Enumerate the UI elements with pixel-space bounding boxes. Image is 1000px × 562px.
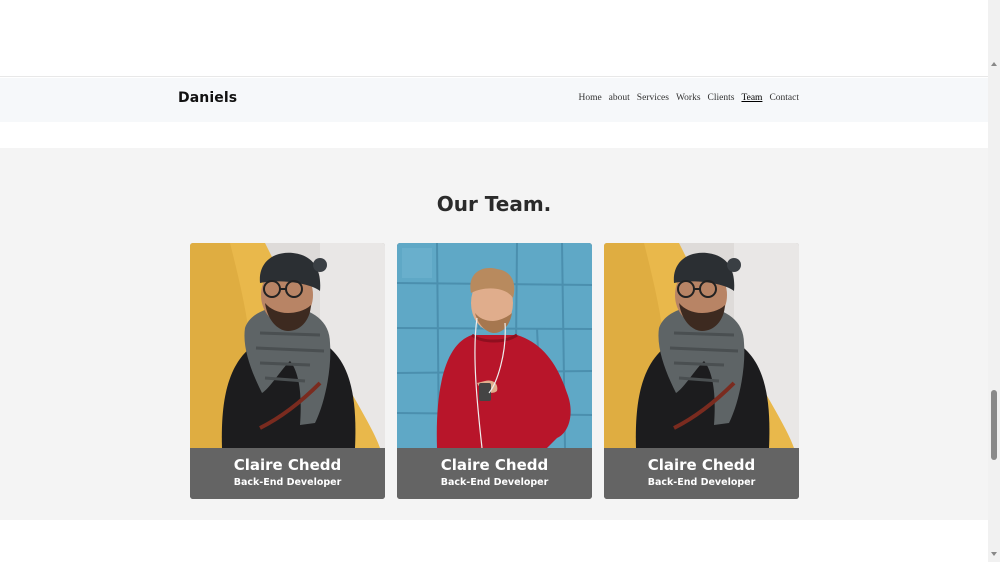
nav-item-clients[interactable]: Clients [708,93,735,103]
member-photo [604,243,799,448]
scrollbar-thumb[interactable] [991,390,997,460]
member-role: Back-End Developer [233,477,342,488]
brand-logo[interactable]: Daniels [178,90,237,106]
navbar: Daniels Home about Services Works Client… [0,78,988,122]
member-caption: Claire Chedd Back-End Developer [604,448,799,499]
vertical-scrollbar[interactable] [988,0,1000,562]
team-card[interactable]: Claire Chedd Back-End Developer [604,243,799,499]
section-title: Our Team. [436,192,552,216]
nav-item-home[interactable]: Home [578,93,601,103]
nav-item-team[interactable]: Team [741,93,762,103]
member-name: Claire Chedd [647,456,756,474]
spacer [0,122,988,148]
member-role: Back-End Developer [647,477,756,488]
nav-item-about[interactable]: about [609,93,630,103]
nav-item-contact[interactable]: Contact [769,93,799,103]
nav-menu: Home about Services Works Clients Team C… [578,93,799,103]
member-caption: Claire Chedd Back-End Developer [190,448,385,499]
team-card[interactable]: Claire Chedd Back-End Developer [397,243,592,499]
member-name: Claire Chedd [233,456,342,474]
bottom-blank-area [0,520,988,562]
scroll-up-arrow-icon[interactable] [991,62,997,66]
top-blank-area [0,0,988,77]
team-card[interactable]: Claire Chedd Back-End Developer [190,243,385,499]
member-photo [190,243,385,448]
member-role: Back-End Developer [440,477,549,488]
member-photo [397,243,592,448]
member-name: Claire Chedd [440,456,549,474]
nav-item-works[interactable]: Works [676,93,701,103]
member-caption: Claire Chedd Back-End Developer [397,448,592,499]
nav-item-services[interactable]: Services [637,93,669,103]
team-section: Our Team. Claire Chedd Back-End Develope… [0,148,988,520]
scroll-down-arrow-icon[interactable] [991,552,997,556]
